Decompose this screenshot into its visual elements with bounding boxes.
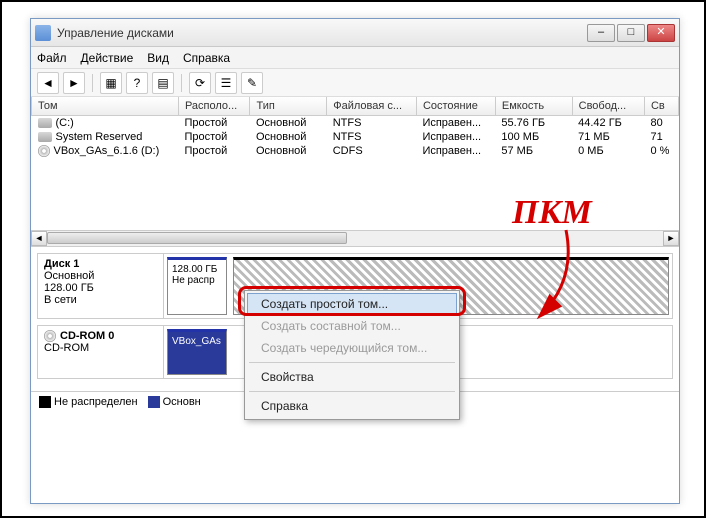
cdrom-type: CD-ROM: [44, 342, 157, 354]
menu-bar: Файл Действие Вид Справка: [31, 47, 679, 69]
col-volume[interactable]: Том: [32, 97, 179, 116]
scroll-thumb[interactable]: [47, 232, 347, 244]
legend-unalloc-swatch: [39, 396, 51, 408]
table-row[interactable]: (C:)ПростойОсновнойNTFSИсправен...55.76 …: [32, 116, 679, 131]
maximize-button[interactable]: □: [617, 24, 645, 42]
toolbar-icon-4[interactable]: ✎: [241, 72, 263, 94]
toolbar: ◄ ► ▦ ? ▤ ⟳ ☰ ✎: [31, 69, 679, 97]
toolbar-icon-2[interactable]: ▤: [152, 72, 174, 94]
ctx-create-spanned-volume: Создать составной том...: [247, 315, 457, 337]
table-header-row: Том Располо... Тип Файловая с... Состоян…: [32, 97, 679, 116]
back-button[interactable]: ◄: [37, 72, 59, 94]
volume-table: Том Располо... Тип Файловая с... Состоян…: [31, 97, 679, 247]
hdd-icon: [38, 118, 52, 128]
col-fs[interactable]: Файловая с...: [327, 97, 417, 116]
disk-1-info: Диск 1 Основной 128.00 ГБ В сети: [38, 254, 164, 318]
disk-1-partition[interactable]: 128.00 ГБ Не распр: [167, 257, 227, 315]
menu-action[interactable]: Действие: [81, 51, 134, 65]
scroll-left-arrow[interactable]: ◄: [31, 231, 47, 246]
window-title: Управление дисками: [57, 26, 587, 40]
cd-icon: [44, 330, 56, 342]
context-menu: Создать простой том... Создать составной…: [244, 290, 460, 420]
refresh-icon[interactable]: ⟳: [189, 72, 211, 94]
hdd-icon: [38, 132, 52, 142]
scroll-right-arrow[interactable]: ►: [663, 231, 679, 246]
titlebar[interactable]: Управление дисками – □ ✕: [31, 19, 679, 47]
ctx-properties[interactable]: Свойства: [247, 366, 457, 388]
ctx-separator: [249, 362, 455, 363]
cdrom-partition[interactable]: VBox_GAs: [167, 329, 227, 375]
table-row[interactable]: System ReservedПростойОсновнойNTFSИсправ…: [32, 130, 679, 144]
cd-icon: [38, 145, 50, 157]
col-capacity[interactable]: Емкость: [495, 97, 572, 116]
disk-management-window: Управление дисками – □ ✕ Файл Действие В…: [30, 18, 680, 504]
help-icon[interactable]: ?: [126, 72, 148, 94]
ctx-separator: [249, 391, 455, 392]
cdrom-info: CD-ROM 0 CD-ROM: [38, 326, 164, 378]
col-layout[interactable]: Располо...: [178, 97, 250, 116]
toolbar-icon-1[interactable]: ▦: [100, 72, 122, 94]
ctx-create-striped-volume: Создать чередующийся том...: [247, 337, 457, 359]
menu-view[interactable]: Вид: [147, 51, 169, 65]
col-status[interactable]: Состояние: [416, 97, 495, 116]
menu-file[interactable]: Файл: [37, 51, 67, 65]
col-pct[interactable]: Св: [644, 97, 678, 116]
ctx-help[interactable]: Справка: [247, 395, 457, 417]
disk-1-name: Диск 1: [44, 258, 157, 270]
minimize-button[interactable]: –: [587, 24, 615, 42]
forward-button[interactable]: ►: [63, 72, 85, 94]
close-button[interactable]: ✕: [647, 24, 675, 42]
app-icon: [35, 25, 51, 41]
legend-primary-swatch: [148, 396, 160, 408]
table-row[interactable]: VBox_GAs_6.1.6 (D:)ПростойОсновнойCDFSИс…: [32, 144, 679, 158]
col-type[interactable]: Тип: [250, 97, 327, 116]
toolbar-icon-3[interactable]: ☰: [215, 72, 237, 94]
menu-help[interactable]: Справка: [183, 51, 230, 65]
disk-1-status: В сети: [44, 294, 157, 306]
col-free[interactable]: Свобод...: [572, 97, 644, 116]
disk-1-type: Основной: [44, 270, 157, 282]
ctx-create-simple-volume[interactable]: Создать простой том...: [247, 293, 457, 315]
disk-1-size: 128.00 ГБ: [44, 282, 157, 294]
horizontal-scrollbar[interactable]: ◄ ►: [31, 230, 679, 246]
